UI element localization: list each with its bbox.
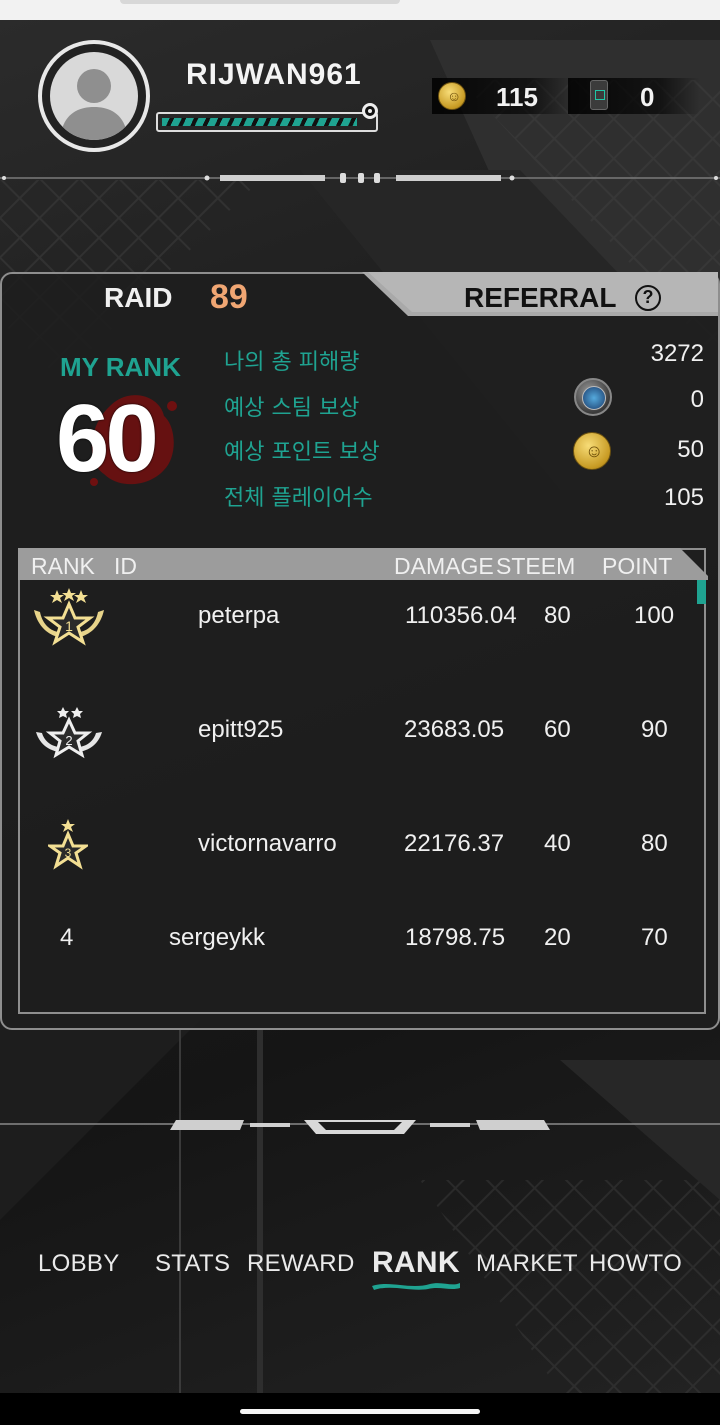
username: RIJWAN961 xyxy=(186,58,362,91)
rank-badge-icon: 2 xyxy=(36,707,102,759)
rank-badge-icon: 3 xyxy=(48,819,88,870)
footer-divider xyxy=(0,1120,720,1134)
my-rank-label: MY RANK xyxy=(60,352,181,382)
expected-point-value: 50 xyxy=(677,436,704,463)
total-damage-value: 3272 xyxy=(650,340,704,367)
player-id: sergeykk xyxy=(169,924,266,951)
xp-bar-knob xyxy=(362,103,378,119)
status-pill xyxy=(120,0,400,4)
column-damage: DAMAGE xyxy=(394,553,494,579)
nav-active-underline xyxy=(372,1283,460,1290)
table-row[interactable]: 3 victornavarro 22176.37 40 80 xyxy=(20,816,706,876)
status-bar xyxy=(0,0,720,20)
total-damage-label: 나의 총 피해량 xyxy=(224,350,360,375)
table-row[interactable]: 1 peterpa 110356.04 80 100 xyxy=(20,588,706,648)
nav-howto[interactable]: HOWTO xyxy=(589,1250,682,1278)
tab-referral-label[interactable]: REFERRAL xyxy=(464,282,616,314)
raid-label: RAID xyxy=(104,282,173,313)
gold-coin-icon: ☺ xyxy=(438,82,466,110)
header-divider xyxy=(0,173,720,183)
player-point: 70 xyxy=(641,924,668,951)
player-id: epitt925 xyxy=(198,716,284,743)
column-steem: STEEM xyxy=(496,553,576,579)
player-rank: 4 xyxy=(60,924,74,951)
player-damage: 110356.04 xyxy=(405,602,517,629)
nav-stats[interactable]: STATS xyxy=(155,1250,230,1278)
help-icon[interactable]: ? xyxy=(635,285,661,311)
raid-panel: RAID 89 REFERRAL ? MY RANK 60 나의 총 피해량 3… xyxy=(0,272,720,1030)
phone-currency[interactable]: 0 xyxy=(568,78,700,114)
nav-rank[interactable]: RANK xyxy=(372,1246,460,1280)
raid-number: 89 xyxy=(210,278,248,316)
nav-lobby[interactable]: LOBBY xyxy=(38,1250,120,1278)
total-players-label: 전체 플레이어수 xyxy=(224,486,373,511)
player-damage: 22176.37 xyxy=(404,830,505,857)
player-steem: 40 xyxy=(544,830,571,857)
avatar-icon xyxy=(50,52,138,140)
player-id: victornavarro xyxy=(198,830,337,857)
column-point: POINT xyxy=(602,553,673,579)
player-damage: 23683.05 xyxy=(404,716,505,743)
steem-icon xyxy=(574,378,612,416)
player-point: 90 xyxy=(641,716,668,743)
my-rank-value: 60 xyxy=(56,385,159,492)
total-players-value: 105 xyxy=(663,484,704,511)
avatar-frame[interactable] xyxy=(38,40,150,152)
player-point: 100 xyxy=(634,602,675,629)
nav-market[interactable]: MARKET xyxy=(476,1250,578,1278)
table-row[interactable]: 4 sergeykk 18798.75 20 70 xyxy=(20,910,706,970)
expected-point-label: 예상 포인트 보상 xyxy=(224,440,380,465)
expected-steem-label: 예상 스팀 보상 xyxy=(224,396,360,421)
home-indicator[interactable] xyxy=(240,1409,480,1414)
player-steem: 60 xyxy=(544,716,571,743)
svg-text:3: 3 xyxy=(65,846,72,860)
column-rank: RANK xyxy=(31,553,95,579)
xp-bar xyxy=(156,112,378,132)
xp-bar-fill xyxy=(162,118,357,126)
phone-icon xyxy=(590,80,608,110)
expected-steem-value: 0 xyxy=(690,386,704,413)
ranking-table[interactable]: RANK ID DAMAGE STEEM POINT 1 peterpa 110… xyxy=(18,548,708,1014)
table-row[interactable]: 2 epitt925 23683.05 60 90 xyxy=(20,702,706,762)
gold-currency[interactable]: ☺ 115 xyxy=(432,78,572,114)
gold-amount: 115 xyxy=(496,82,538,112)
column-id: ID xyxy=(114,553,137,579)
player-steem: 80 xyxy=(544,602,571,629)
svg-text:1: 1 xyxy=(65,618,73,634)
player-damage: 18798.75 xyxy=(405,924,506,951)
phone-amount: 0 xyxy=(640,82,655,112)
nav-reward[interactable]: REWARD xyxy=(247,1250,355,1278)
gold-coin-icon: ☺ xyxy=(573,432,611,470)
svg-text:2: 2 xyxy=(65,733,72,748)
player-id: peterpa xyxy=(198,602,280,629)
player-point: 80 xyxy=(641,830,668,857)
rank-badge-icon: 1 xyxy=(34,588,104,646)
player-steem: 20 xyxy=(544,924,571,951)
